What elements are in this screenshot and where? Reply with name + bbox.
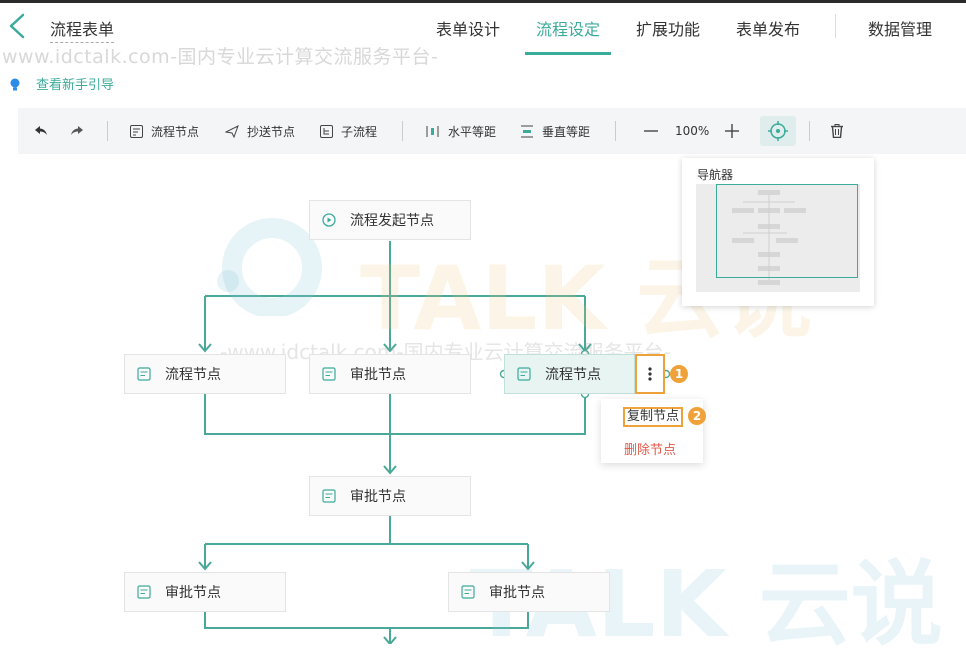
more-vertical-icon: [648, 367, 652, 381]
flow-node-selected[interactable]: 流程节点: [504, 354, 635, 394]
delete-node-menu-item[interactable]: 删除节点: [624, 439, 676, 458]
flow-node[interactable]: 流程节点: [124, 354, 286, 394]
form-node-icon: [137, 367, 151, 381]
form-node-icon: [322, 489, 336, 503]
navigator-minimap[interactable]: [696, 184, 860, 292]
flow-node-label: 流程节点: [545, 367, 601, 383]
navigator-viewport[interactable]: [716, 184, 858, 278]
approval-node[interactable]: 审批节点: [124, 572, 286, 612]
step-badge-1: 1: [670, 365, 688, 383]
flow-connectors: [198, 241, 671, 644]
approval-node-label: 审批节点: [165, 585, 221, 601]
approval-node-label: 审批节点: [489, 585, 545, 601]
approval-node[interactable]: 审批节点: [309, 354, 471, 394]
form-node-icon: [322, 367, 336, 381]
form-node-icon: [461, 585, 475, 599]
flow-start-node-label: 流程发起节点: [350, 213, 434, 229]
node-more-button[interactable]: [635, 354, 665, 394]
node-context-menu: 复制节点 删除节点: [601, 399, 703, 463]
copy-node-menu-item[interactable]: 复制节点: [623, 407, 684, 427]
approval-node[interactable]: 审批节点: [448, 572, 610, 612]
form-node-icon: [137, 585, 151, 599]
step-badge-2: 2: [688, 407, 706, 425]
flow-start-node[interactable]: 流程发起节点: [309, 200, 471, 240]
approval-node-label: 审批节点: [350, 367, 406, 383]
play-circle-icon: [322, 213, 336, 227]
navigator-panel: 导航器: [682, 158, 874, 306]
navigator-title: 导航器: [697, 168, 734, 182]
approval-node[interactable]: 审批节点: [309, 476, 471, 516]
flow-node-label: 流程节点: [165, 367, 221, 383]
form-node-icon: [517, 367, 531, 381]
approval-node-label: 审批节点: [350, 489, 406, 505]
